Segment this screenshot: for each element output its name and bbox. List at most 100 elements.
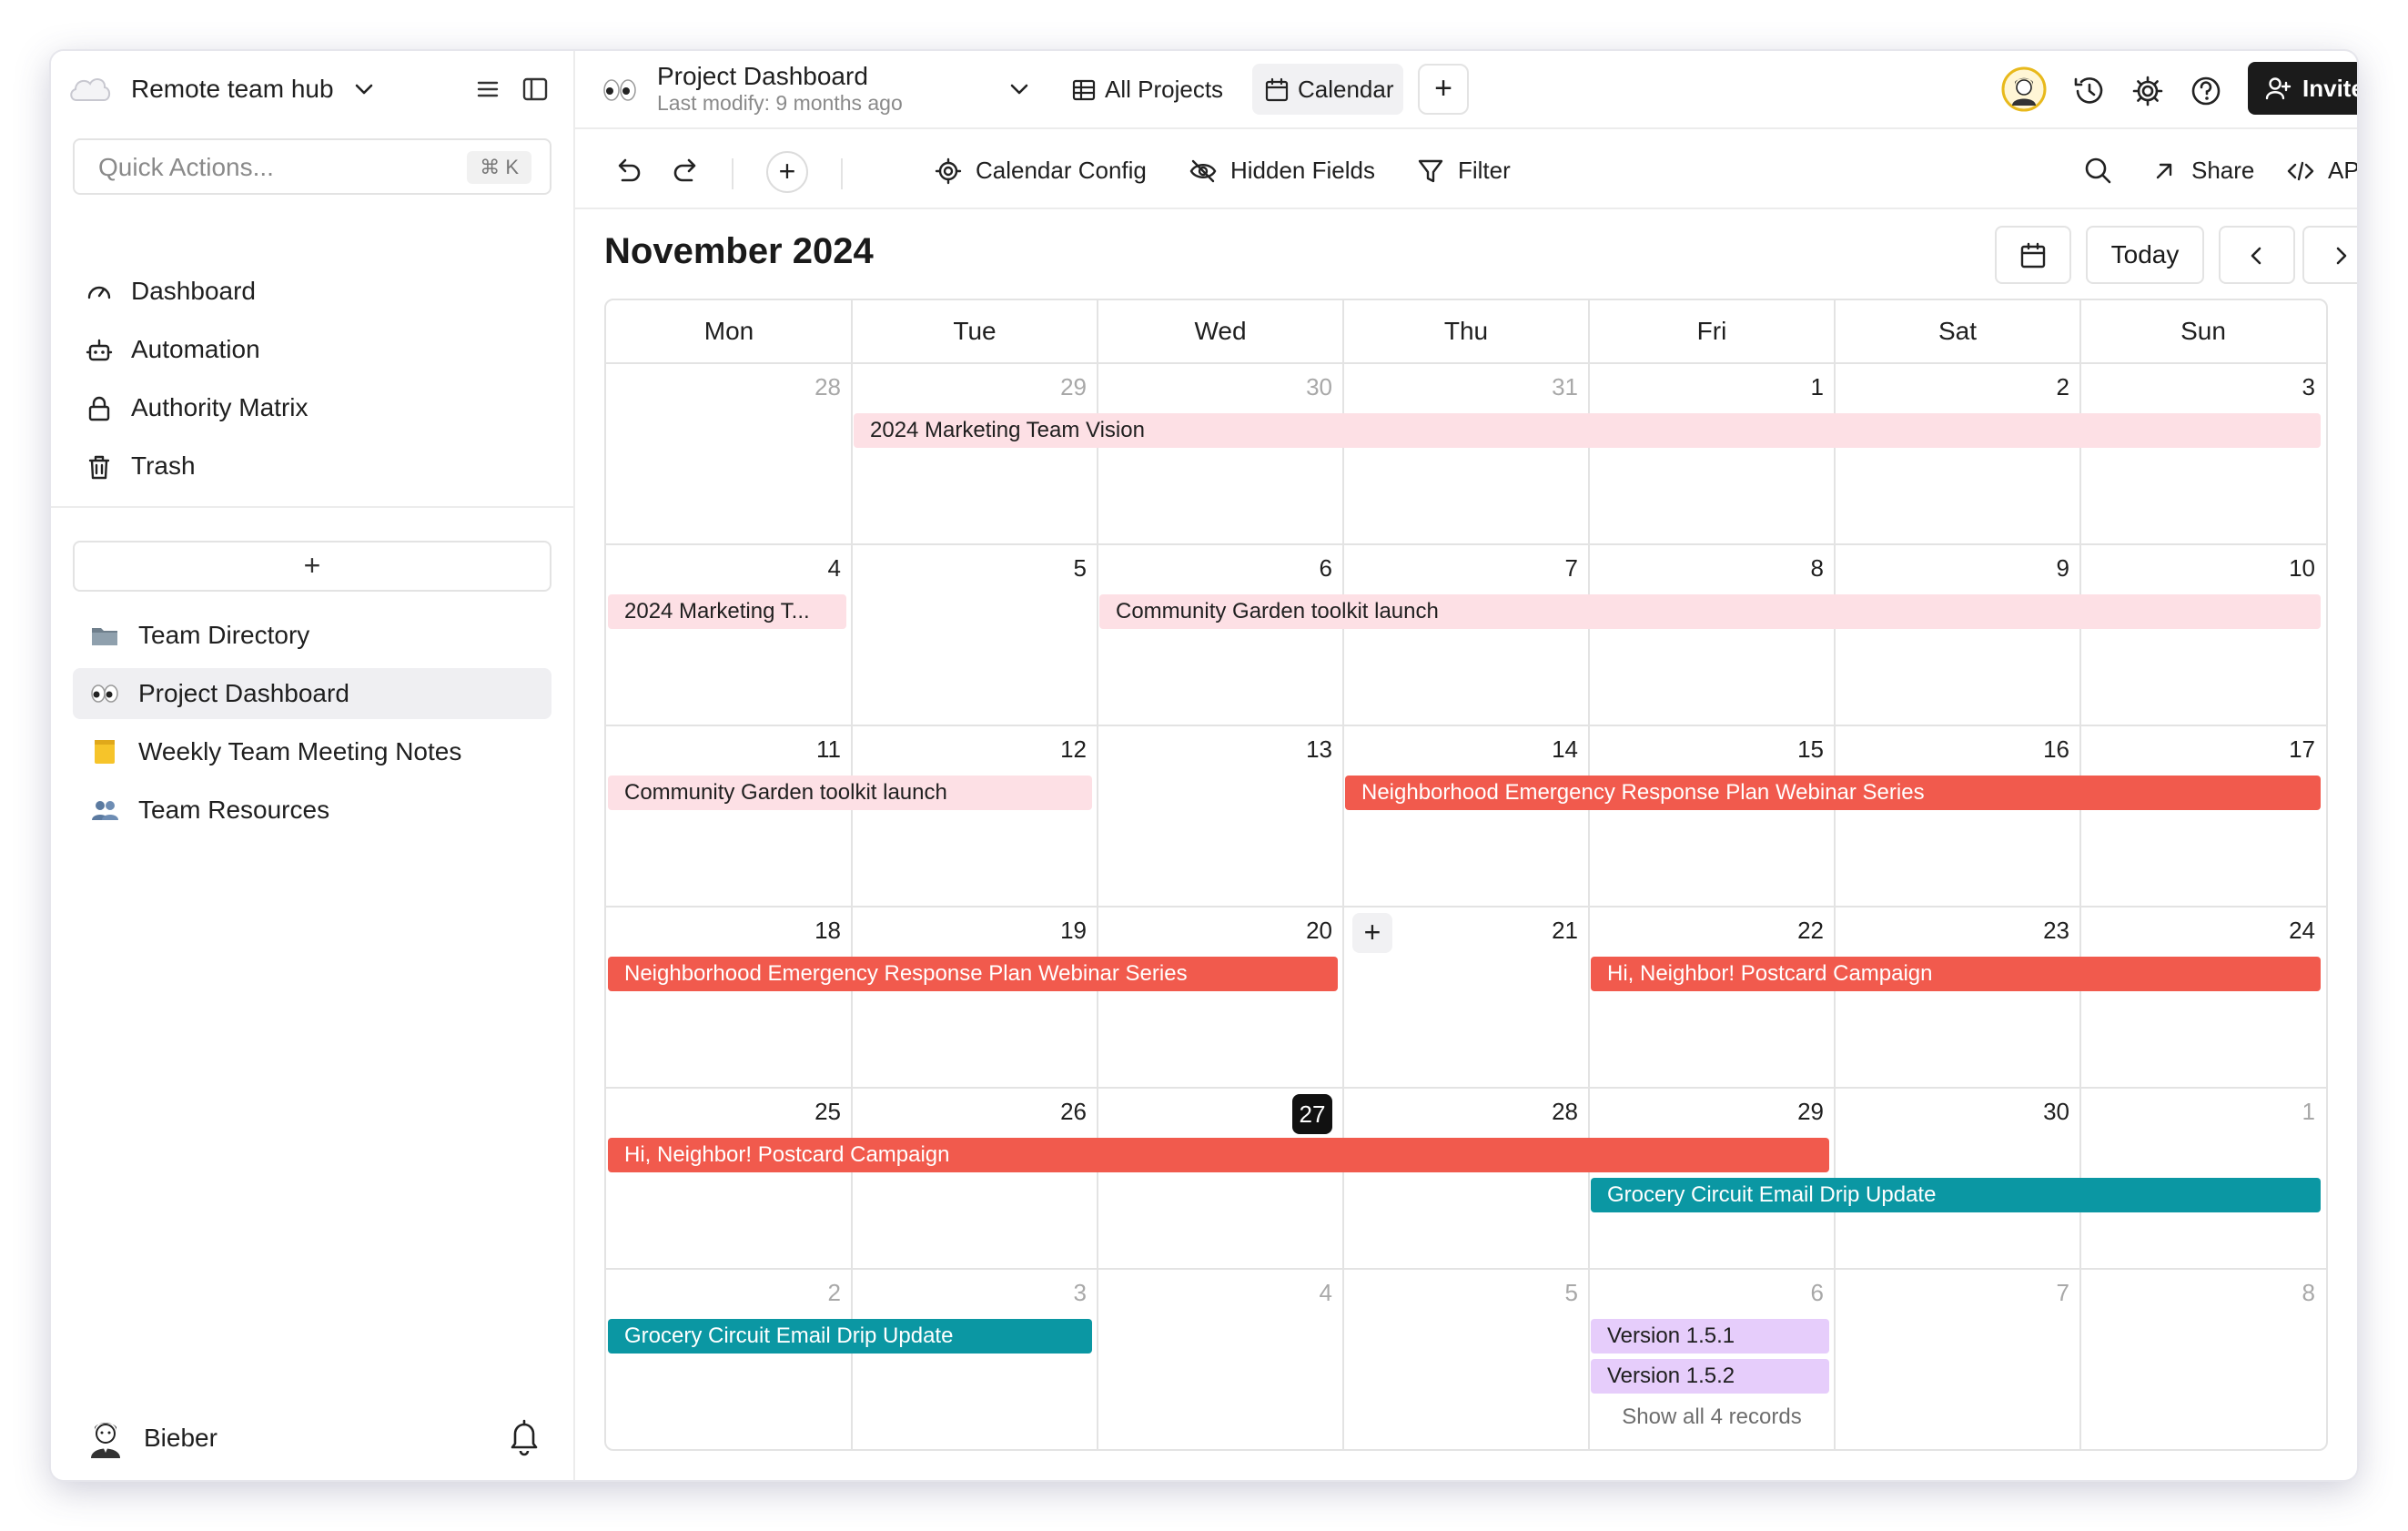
add-view-button[interactable]: +: [1418, 64, 1469, 115]
grid-row-line: [606, 1449, 2326, 1451]
redo-icon[interactable]: [666, 151, 706, 191]
calendar-event[interactable]: Version 1.5.2: [1591, 1359, 1829, 1394]
node-team-resources[interactable]: Team Resources: [73, 785, 551, 836]
workspace-name[interactable]: Remote team hub: [131, 71, 334, 107]
invite-button[interactable]: Invite: [2248, 62, 2357, 115]
day-number: 30: [2043, 1098, 2069, 1125]
calendar-config-label: Calendar Config: [976, 157, 1147, 184]
calendar-icon: [1265, 77, 1289, 102]
undo-icon[interactable]: [608, 151, 648, 191]
invite-label: Invite: [2302, 75, 2357, 102]
next-month-button[interactable]: [2302, 226, 2357, 284]
hidden-fields-button[interactable]: Hidden Fields: [1189, 151, 1380, 191]
prev-month-button[interactable]: [2219, 226, 2295, 284]
quick-actions-search[interactable]: Quick Actions... ⌘ K: [73, 138, 551, 195]
arrow-up-right-icon: [2156, 163, 2172, 179]
calendar-event[interactable]: 2024 Marketing T...: [608, 594, 846, 629]
nav-item-label: Dashboard: [131, 277, 256, 305]
day-number: 8: [1810, 554, 1824, 582]
bell-icon[interactable]: [506, 1416, 542, 1456]
tab-calendar[interactable]: Calendar: [1252, 64, 1403, 115]
grid-column-line: [1588, 300, 1590, 1449]
show-all-records-link[interactable]: Show all 4 records: [1589, 1404, 1835, 1430]
day-number: 28: [1552, 1098, 1578, 1125]
day-number: 7: [1564, 554, 1578, 582]
calendar-event[interactable]: Neighborhood Emergency Response Plan Web…: [1345, 776, 2321, 810]
calendar-event[interactable]: Grocery Circuit Email Drip Update: [608, 1319, 1092, 1354]
search-icon[interactable]: [2079, 151, 2119, 191]
today-badge[interactable]: 27: [1292, 1094, 1332, 1134]
calendar-event[interactable]: Community Garden toolkit launch: [608, 776, 1092, 810]
calendar-event[interactable]: Hi, Neighbor! Postcard Campaign: [608, 1138, 1829, 1172]
node-project-dashboard[interactable]: Project Dashboard: [73, 668, 551, 719]
menu-icon[interactable]: [473, 75, 502, 104]
day-number: 20: [1306, 917, 1332, 944]
api-label: API: [2328, 157, 2357, 184]
sidebar: Remote team hub Quick Actions... ⌘ K Das…: [51, 51, 575, 1480]
shortcut-badge: ⌘ K: [467, 151, 531, 184]
add-node-button[interactable]: +: [73, 541, 551, 592]
day-number: 2: [2056, 373, 2069, 400]
chevron-down-icon[interactable]: [351, 76, 377, 102]
day-number: 19: [1060, 917, 1087, 944]
node-label: Project Dashboard: [138, 679, 349, 707]
day-number: 31: [1552, 373, 1578, 400]
api-button[interactable]: API: [2286, 151, 2357, 191]
day-number: 7: [2056, 1279, 2069, 1306]
history-icon[interactable]: [2069, 71, 2110, 111]
help-icon[interactable]: [2186, 71, 2226, 111]
day-number: 5: [1564, 1279, 1578, 1306]
day-number: 15: [1797, 735, 1824, 763]
today-button[interactable]: Today: [2086, 226, 2204, 284]
nav-item-dashboard[interactable]: Dashboard: [73, 266, 551, 317]
day-number: 8: [2302, 1279, 2315, 1306]
calendar-event[interactable]: Hi, Neighbor! Postcard Campaign: [1591, 957, 2321, 991]
calendar-event[interactable]: 2024 Marketing Team Vision: [854, 413, 2321, 448]
node-team-directory[interactable]: Team Directory: [73, 610, 551, 661]
robot-icon: [86, 339, 113, 361]
day-number: 30: [1306, 373, 1332, 400]
nav-item-label: Trash: [131, 451, 196, 480]
calendar-event[interactable]: Grocery Circuit Email Drip Update: [1591, 1178, 2321, 1212]
nav-item-trash[interactable]: Trash: [73, 441, 551, 492]
day-number: 1: [2302, 1098, 2315, 1125]
weekday-header-thu: Thu: [1443, 317, 1489, 345]
calendar-event[interactable]: Community Garden toolkit launch: [1099, 594, 2321, 629]
nav-item-automation[interactable]: Automation: [73, 324, 551, 375]
filter-icon: [1418, 159, 1443, 183]
calendar-event[interactable]: Neighborhood Emergency Response Plan Web…: [608, 957, 1338, 991]
view-toolbar: + Calendar Config Hidden Fields Filter S…: [575, 131, 2357, 209]
day-number: 29: [1060, 373, 1087, 400]
app-window: Remote team hub Quick Actions... ⌘ K Das…: [51, 51, 2357, 1480]
calendar-config-button[interactable]: Calendar Config: [934, 151, 1152, 191]
tab-all-projects[interactable]: All Projects: [1059, 64, 1232, 115]
add-event-button[interactable]: +: [1352, 913, 1392, 953]
nav-item-authority-matrix[interactable]: Authority Matrix: [73, 382, 551, 433]
sidebar-toggle-icon[interactable]: [521, 75, 550, 104]
day-number: 28: [814, 373, 841, 400]
page-title: Project Dashboard: [657, 62, 868, 90]
date-picker-button[interactable]: [1995, 226, 2071, 284]
day-number: 21: [1552, 917, 1578, 944]
add-user-icon: [2265, 77, 2292, 100]
user-profile[interactable]: Bieber: [87, 1416, 542, 1462]
add-record-button[interactable]: +: [766, 151, 808, 193]
workspace-header: Remote team hub: [51, 51, 573, 129]
toolbar-divider: [732, 158, 734, 189]
calendar-event[interactable]: Version 1.5.1: [1591, 1319, 1829, 1354]
tab-label: All Projects: [1105, 76, 1224, 103]
day-number: 26: [1060, 1098, 1087, 1125]
notepad-icon: [95, 740, 115, 764]
filter-button[interactable]: Filter: [1416, 151, 1525, 191]
weekday-header-mon: Mon: [703, 317, 754, 345]
collaborator-avatar[interactable]: [2000, 66, 2048, 113]
grid-column-line: [851, 300, 853, 1449]
settings-icon[interactable]: [2128, 71, 2168, 111]
chevron-down-icon[interactable]: [1007, 76, 1032, 102]
node-weekly-team-meeting-notes[interactable]: Weekly Team Meeting Notes: [73, 726, 551, 777]
people-icon: [92, 801, 118, 820]
grid-column-line: [1834, 300, 1836, 1449]
day-number: 25: [814, 1098, 841, 1125]
weekday-header-sun: Sun: [2180, 317, 2226, 345]
share-button[interactable]: Share: [2150, 151, 2259, 191]
